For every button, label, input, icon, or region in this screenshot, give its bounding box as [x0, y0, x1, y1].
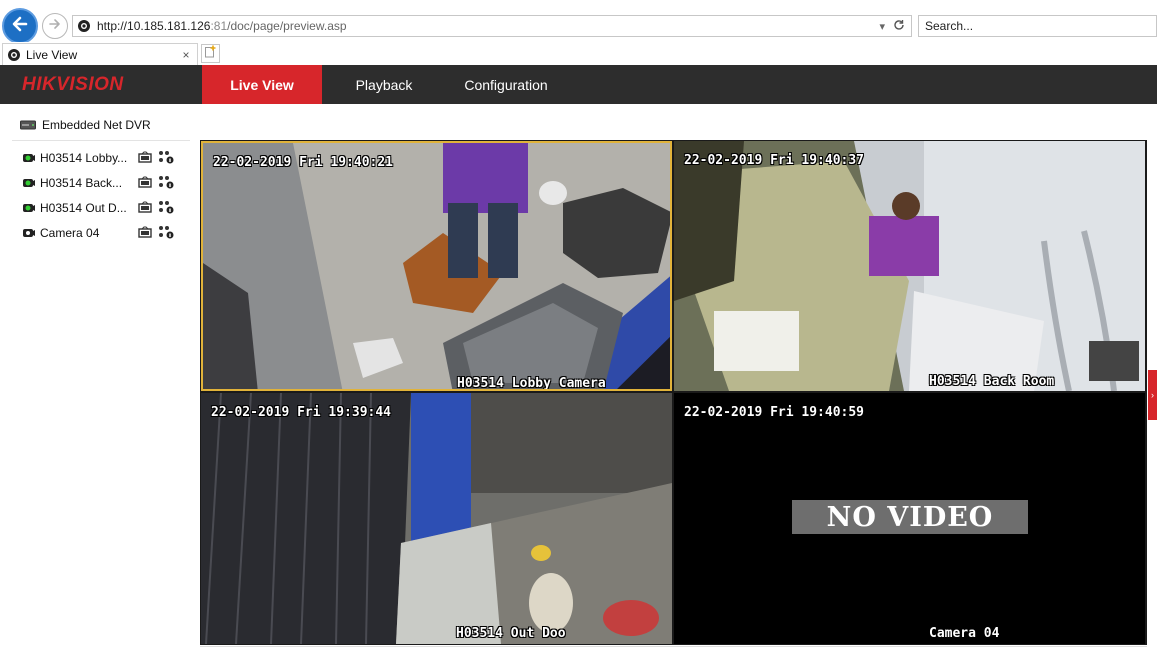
tab-configuration[interactable]: Configuration [450, 65, 562, 104]
camera-label: H03514 Lobby... [40, 151, 128, 165]
tab-strip: Live View × [0, 42, 1157, 65]
camera-list-item[interactable]: H03514 Lobby... [22, 148, 182, 168]
dvr-icon [20, 119, 36, 131]
osd-camera-name: H03514 Back Room [929, 374, 1055, 389]
live-view-grid: 22-02-2019 Fri 19:40:21 H03514 Lobby Cam… [200, 140, 1147, 645]
camera-label: H03514 Back... [40, 176, 123, 190]
divider [200, 646, 1147, 647]
video-tile-4[interactable]: 22-02-2019 Fri 19:40:59 NO VIDEO Camera … [674, 393, 1145, 644]
camera-list-item[interactable]: Camera 04 [22, 223, 182, 243]
address-bar[interactable]: http://10.185.181.126:81/doc/page/previe… [72, 15, 912, 37]
osd-camera-name: Camera 04 [929, 626, 1000, 641]
search-input[interactable]: Search... [918, 15, 1157, 37]
ptz-info-icon[interactable] [158, 225, 174, 242]
browser-toolbar: http://10.185.181.126:81/doc/page/previe… [0, 0, 1157, 44]
chevron-down-icon[interactable]: ▾ [879, 20, 885, 33]
dvr-root-node[interactable]: Embedded Net DVR [20, 118, 151, 132]
osd-timestamp: 22-02-2019 Fri 19:40:37 [684, 153, 865, 168]
hikvision-logo: HIKVISION [22, 74, 124, 95]
new-tab-icon [204, 45, 217, 63]
url-text: http://10.185.181.126:81/doc/page/previe… [97, 19, 347, 33]
osd-camera-name: H03514 Out Doo [456, 626, 566, 641]
page-icon [77, 19, 91, 33]
tab-playback[interactable]: Playback [335, 65, 433, 104]
ptz-info-icon[interactable] [158, 175, 174, 192]
tab-live-view[interactable]: Live View × [2, 43, 198, 65]
ptz-info-icon[interactable] [158, 150, 174, 167]
camera-list-item[interactable]: H03514 Back... [22, 173, 182, 193]
camera-list-item[interactable]: H03514 Out D... [22, 198, 182, 218]
refresh-icon[interactable] [893, 19, 905, 34]
chevron-right-icon: › [1151, 390, 1154, 400]
no-video-overlay: NO VIDEO [792, 500, 1028, 534]
camera-icon [22, 202, 36, 214]
page-icon [7, 48, 21, 62]
ptz-info-icon[interactable] [158, 200, 174, 217]
osd-timestamp: 22-02-2019 Fri 19:40:59 [684, 405, 865, 420]
camera-label: H03514 Out D... [40, 201, 127, 215]
panel-toggle-button[interactable]: › [1148, 370, 1157, 420]
tab-label: Live View [26, 47, 78, 62]
camera-icon [22, 177, 36, 189]
arrow-right-icon [48, 17, 62, 36]
app-header: HIKVISION Live View Playback Configurati… [0, 65, 1157, 104]
camera-icon [22, 227, 36, 239]
lobby-camera-feed [203, 143, 670, 389]
camera-label: Camera 04 [40, 226, 100, 240]
out-door-camera-feed [201, 393, 672, 644]
record-icon[interactable] [138, 226, 152, 241]
record-icon[interactable] [138, 176, 152, 191]
video-tile-3[interactable]: 22-02-2019 Fri 19:39:44 H03514 Out Doo [201, 393, 672, 644]
video-tile-2[interactable]: 22-02-2019 Fri 19:40:37 H03514 Back Room [674, 141, 1145, 391]
osd-camera-name: H03514 Lobby Camera [457, 376, 606, 391]
back-button[interactable] [2, 8, 38, 44]
forward-button[interactable] [42, 13, 68, 39]
back-room-camera-feed [674, 141, 1145, 391]
arrow-left-icon [10, 14, 30, 39]
record-icon[interactable] [138, 151, 152, 166]
camera-icon [22, 152, 36, 164]
close-icon[interactable]: × [178, 48, 194, 62]
osd-timestamp: 22-02-2019 Fri 19:39:44 [211, 405, 392, 420]
dvr-root-label: Embedded Net DVR [42, 118, 151, 132]
new-tab-button[interactable] [201, 44, 220, 63]
divider [12, 140, 190, 141]
record-icon[interactable] [138, 201, 152, 216]
device-tree: Embedded Net DVR H03514 Lobby... H03514 … [0, 104, 195, 649]
video-tile-1[interactable]: 22-02-2019 Fri 19:40:21 H03514 Lobby Cam… [201, 141, 672, 391]
tab-live-view-nav[interactable]: Live View [202, 65, 322, 104]
osd-timestamp: 22-02-2019 Fri 19:40:21 [213, 155, 394, 170]
